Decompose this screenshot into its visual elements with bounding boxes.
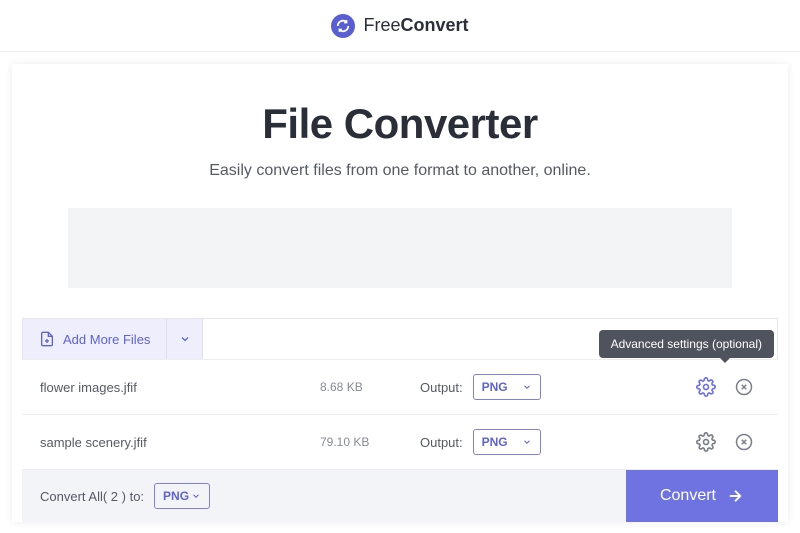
main-panel: File Converter Easily convert files from… — [12, 64, 788, 522]
logo-icon — [331, 14, 355, 38]
remove-file-button[interactable] — [734, 432, 754, 452]
convert-all-format-select[interactable]: PNG — [154, 483, 210, 509]
page-subtitle: Easily convert files from one format to … — [32, 162, 768, 180]
advanced-settings-button[interactable] — [696, 432, 716, 452]
remove-file-button[interactable] — [734, 377, 754, 397]
close-circle-icon — [735, 433, 753, 451]
convert-all-format-value: PNG — [163, 489, 189, 503]
add-more-files-dropdown[interactable] — [167, 319, 203, 359]
convert-button[interactable]: Convert — [626, 470, 778, 522]
file-size: 8.68 KB — [320, 380, 420, 394]
close-circle-icon — [735, 378, 753, 396]
brand-name: FreeConvert — [363, 15, 468, 36]
output-group: Output: PNG — [420, 429, 600, 455]
brand-logo[interactable]: FreeConvert — [331, 14, 468, 38]
tooltip: Advanced settings (optional) — [599, 330, 774, 358]
chevron-down-icon — [179, 333, 191, 345]
chevron-down-icon — [191, 491, 201, 501]
chevron-down-icon — [522, 382, 532, 392]
file-row: Advanced settings (optional) flower imag… — [22, 360, 778, 415]
output-format-select[interactable]: PNG — [473, 429, 541, 455]
file-name: flower images.jfif — [40, 380, 320, 395]
output-format-select[interactable]: PNG — [473, 374, 541, 400]
file-row: sample scenery.jfif 79.10 KB Output: PNG — [22, 415, 778, 470]
ad-placeholder — [68, 208, 732, 288]
row-actions — [696, 432, 760, 452]
gear-icon — [696, 432, 716, 452]
file-plus-icon — [39, 331, 55, 347]
page-title: File Converter — [32, 100, 768, 148]
convert-all-label: Convert All( 2 ) to: — [40, 489, 144, 504]
output-group: Output: PNG — [420, 374, 600, 400]
convert-button-label: Convert — [660, 487, 716, 505]
add-more-files-label: Add More Files — [63, 332, 150, 347]
gear-icon — [696, 377, 716, 397]
output-format-value: PNG — [482, 435, 508, 449]
hero-section: File Converter Easily convert files from… — [12, 64, 788, 190]
top-bar: FreeConvert — [0, 0, 800, 52]
chevron-down-icon — [522, 437, 532, 447]
row-actions — [696, 377, 760, 397]
output-label: Output: — [420, 380, 463, 395]
arrow-right-icon — [726, 487, 744, 505]
output-label: Output: — [420, 435, 463, 450]
advanced-settings-button[interactable] — [696, 377, 716, 397]
add-more-files-button[interactable]: Add More Files — [23, 319, 167, 359]
output-format-value: PNG — [482, 380, 508, 394]
file-size: 79.10 KB — [320, 435, 420, 449]
file-name: sample scenery.jfif — [40, 435, 320, 450]
convert-all-group: Convert All( 2 ) to: PNG — [22, 483, 210, 509]
footer-bar: Convert All( 2 ) to: PNG Convert — [22, 470, 778, 522]
